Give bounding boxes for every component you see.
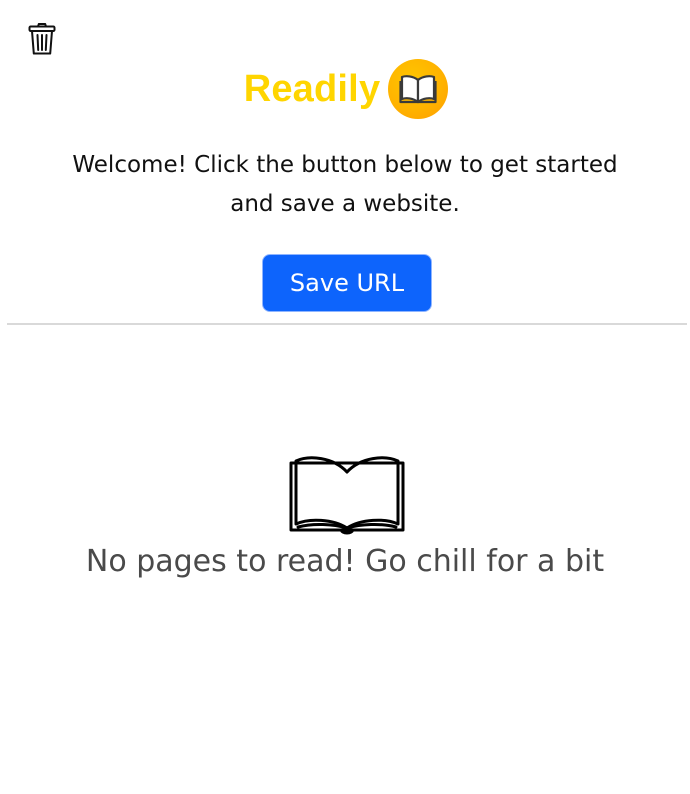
brand-header: Readily (0, 57, 690, 121)
welcome-message: Welcome! Click the button below to get s… (72, 152, 618, 217)
trash-icon (27, 22, 57, 56)
readily-popup: Readily Welcome! Click the button below … (0, 0, 690, 794)
empty-state-message: No pages to read! Go chill for a bit (85, 544, 605, 579)
open-book-icon (388, 59, 449, 119)
open-book-outline-icon (288, 456, 406, 536)
brand-name: Readily (243, 67, 381, 110)
clear-all-button[interactable] (27, 22, 57, 56)
divider (7, 323, 687, 325)
save-url-button[interactable]: Save URL (262, 254, 432, 312)
